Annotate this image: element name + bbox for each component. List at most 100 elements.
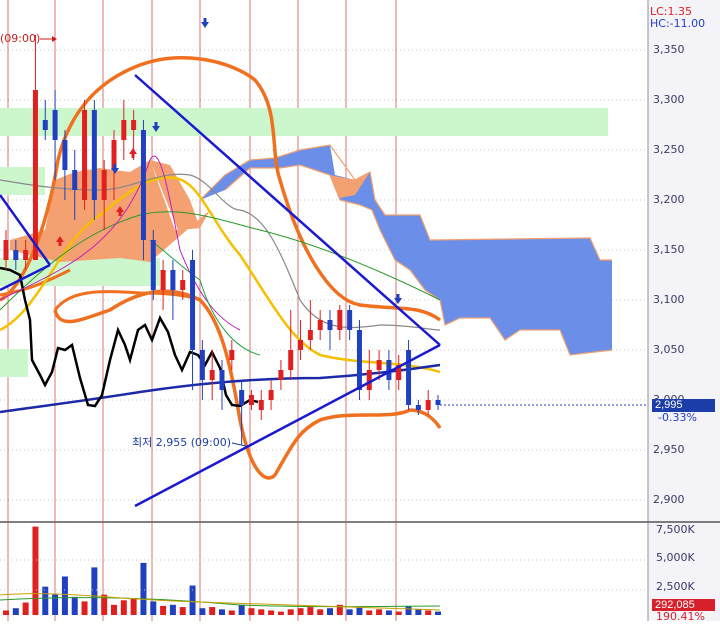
candle-body [160, 270, 166, 290]
volume-bar [199, 608, 206, 615]
candle-body [82, 110, 88, 200]
candle-body [23, 250, 29, 260]
candle-body [150, 240, 156, 290]
volume-bar [248, 608, 255, 615]
volume-bar [111, 604, 117, 615]
price-tick-label: 3,200 [653, 193, 685, 206]
candle-body [278, 370, 284, 380]
price-tick-label: 2,950 [653, 443, 685, 456]
volume-bar [3, 610, 9, 615]
volume-bar [61, 576, 68, 615]
current-change-pct: -0.33% [658, 411, 697, 424]
volume-bar [258, 609, 265, 615]
volume-bar [287, 609, 294, 615]
volume-bar [366, 610, 373, 615]
candle-body [219, 370, 225, 390]
volume-bar [140, 562, 147, 615]
candle-body [415, 405, 421, 410]
hc-label: HC:-11.00 [650, 17, 706, 30]
candle-body [356, 330, 362, 390]
candle-body [62, 140, 68, 170]
candle-body [317, 320, 323, 330]
candle-body [180, 280, 186, 290]
volume-bar [277, 611, 284, 615]
candle-body [298, 340, 304, 350]
candle-body [3, 240, 9, 260]
volume-tick-label: 5,000K [656, 551, 695, 565]
volume-bar [120, 600, 127, 615]
candle-body [190, 260, 196, 350]
candle-body [13, 250, 19, 260]
volume-bar [297, 608, 304, 615]
low-price-label: 최저 2,955 (09:00) [132, 436, 232, 449]
volume-bar [42, 586, 49, 615]
volume-bar [32, 526, 39, 615]
volume-bar [130, 598, 137, 615]
volume-bar [150, 601, 157, 615]
candle-body [209, 370, 215, 380]
price-tick-label: 3,100 [653, 293, 685, 306]
candle-body [199, 350, 205, 380]
candle-body [52, 110, 58, 140]
volume-bar [268, 610, 275, 615]
candle-body [32, 90, 38, 260]
volume-bar [238, 604, 245, 615]
volume-bar [169, 604, 176, 615]
candle-body [425, 400, 431, 410]
candle-body [376, 360, 382, 370]
candle-body [121, 120, 127, 140]
price-tick-label: 3,250 [653, 143, 685, 156]
volume-bar [81, 601, 88, 615]
candle-body [72, 170, 78, 190]
candle-body [327, 320, 333, 330]
candle-body [258, 400, 264, 410]
support-band [0, 349, 28, 377]
price-chart [0, 0, 720, 621]
volume-bar [376, 609, 383, 615]
volume-tick-label: 7,500K [656, 523, 695, 536]
volume-bar [22, 602, 29, 615]
candle-body [140, 130, 146, 240]
volume-bar [327, 608, 333, 615]
price-tick-label: 3,150 [653, 243, 685, 256]
volume-bar [228, 610, 235, 615]
candle-body [91, 110, 97, 200]
candle-body [248, 395, 254, 405]
price-tick-label: 2,900 [653, 493, 685, 506]
candle-body [435, 400, 441, 405]
candle-body [229, 350, 235, 360]
volume-bar [317, 609, 324, 615]
volume-bar [12, 608, 19, 615]
candle-body [337, 310, 343, 330]
volume-pct: 190.41% [656, 610, 705, 623]
top-time-label: (09:00) [0, 32, 41, 45]
volume-bar [71, 596, 78, 615]
volume-bar [425, 610, 432, 615]
resistance-band [0, 108, 608, 136]
candle-body [347, 310, 353, 330]
price-tick-label: 3,300 [653, 93, 685, 106]
candle-body [170, 270, 176, 290]
volume-tick-label: 2,500K [656, 579, 695, 593]
candle-body [101, 170, 107, 200]
volume-bar [435, 611, 441, 615]
volume-bar [179, 607, 186, 615]
volume-bar [346, 609, 353, 615]
volume-bar [415, 609, 422, 615]
volume-bar [395, 611, 402, 615]
candle-body [406, 350, 412, 405]
chart-stage: LC:1.35 HC:-11.00 (09:00) 최저 2,955 (09:0… [0, 0, 720, 623]
volume-bar [405, 605, 412, 615]
volume-bar [219, 609, 225, 615]
volume-bar [209, 607, 216, 615]
volume-bar [91, 567, 98, 615]
volume-bar [160, 605, 167, 615]
price-tick-label: 3,050 [653, 343, 685, 356]
candle-body [131, 120, 137, 130]
candle-body [42, 120, 48, 130]
volume-bar [356, 607, 363, 615]
candle-body [239, 390, 245, 405]
price-tick-label: 3,350 [653, 43, 685, 56]
candle-body [288, 350, 294, 370]
candle-body [307, 330, 313, 340]
